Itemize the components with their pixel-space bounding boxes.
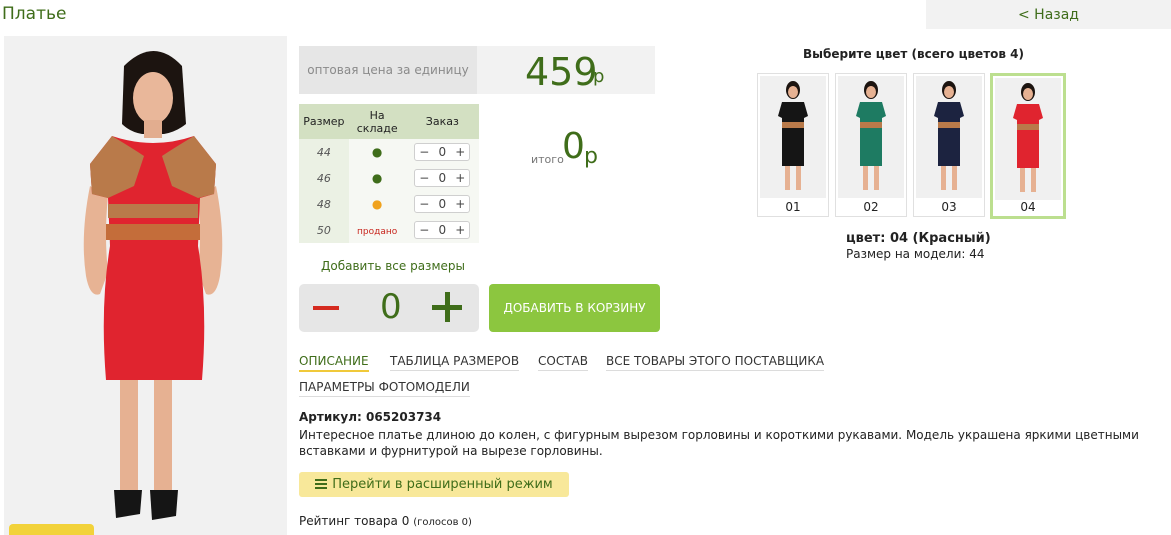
- total-value: 0: [562, 126, 585, 167]
- quantity-stepper: − 0 +: [414, 143, 471, 161]
- increment-button[interactable]: +: [455, 171, 465, 185]
- quantity-value[interactable]: 0: [438, 145, 446, 159]
- size-cell: 46: [299, 165, 349, 191]
- page-title: Платье: [2, 4, 67, 24]
- quantity-value[interactable]: 0: [438, 223, 446, 237]
- rating-votes: (голосов 0): [413, 517, 472, 528]
- size-cell: 44: [299, 139, 349, 165]
- increment-button[interactable]: +: [455, 145, 465, 159]
- add-all-sizes-link[interactable]: Добавить все размеры: [321, 259, 465, 273]
- table-row: 46 ● − 0 +: [299, 165, 479, 191]
- color-option-02[interactable]: 02: [835, 73, 907, 217]
- color-picker-heading: Выберите цвет (всего цветов 4): [803, 47, 1024, 61]
- tab-description[interactable]: ОПИСАНИЕ: [299, 354, 369, 372]
- quantity-value[interactable]: 0: [438, 197, 446, 211]
- minus-icon[interactable]: [313, 306, 339, 310]
- back-link[interactable]: < Назад: [1018, 7, 1079, 23]
- product-rating: Рейтинг товара 0 (голосов 0): [299, 514, 472, 528]
- table-row: 50 продано − 0 +: [299, 217, 479, 243]
- stock-indicator-icon: ●: [371, 145, 383, 159]
- add-to-cart-button[interactable]: ДОБАВИТЬ В КОРЗИНУ: [489, 284, 660, 332]
- tab-supplier-products[interactable]: ВСЕ ТОВАРЫ ЭТОГО ПОСТАВЩИКА: [606, 354, 825, 371]
- main-quantity-value[interactable]: 0: [380, 287, 402, 327]
- price-currency: р: [593, 66, 605, 87]
- product-main-photo[interactable]: [4, 36, 287, 535]
- color-option-01[interactable]: 01: [757, 73, 829, 217]
- decrement-button[interactable]: −: [419, 197, 429, 211]
- column-header-size: Размер: [299, 104, 349, 139]
- size-cell: 50: [299, 217, 349, 243]
- increment-button[interactable]: +: [455, 197, 465, 211]
- total-label: итого: [531, 153, 564, 166]
- quantity-stepper: − 0 +: [414, 195, 471, 213]
- color-thumbnail-image: [838, 76, 904, 198]
- tab-composition[interactable]: СОСТАВ: [538, 354, 588, 371]
- color-option-04[interactable]: 04: [990, 73, 1066, 219]
- decrement-button[interactable]: −: [419, 145, 429, 159]
- color-option-03[interactable]: 03: [913, 73, 985, 217]
- color-thumbnail-image: [760, 76, 826, 198]
- promo-badge: [9, 524, 94, 535]
- size-order-table: Размер На складе Заказ 44 ● − 0 + 46 ● −…: [299, 104, 479, 243]
- price-label: оптовая цена за единицу: [299, 46, 477, 94]
- tab-model-parameters[interactable]: ПАРАМЕТРЫ ФОТОМОДЕЛИ: [299, 380, 470, 397]
- selected-color-name: цвет: 04 (Красный): [846, 231, 991, 246]
- quantity-value[interactable]: 0: [438, 171, 446, 185]
- total-currency: р: [584, 144, 598, 169]
- rating-label: Рейтинг товара 0: [299, 514, 410, 528]
- color-option-number: 01: [785, 200, 801, 214]
- color-option-number: 04: [1020, 200, 1036, 214]
- stock-indicator-icon: ●: [371, 171, 383, 185]
- advanced-mode-label: Перейти в расширенный режим: [332, 477, 553, 492]
- advanced-mode-button[interactable]: Перейти в расширенный режим: [299, 472, 569, 497]
- decrement-button[interactable]: −: [419, 223, 429, 237]
- decrement-button[interactable]: −: [419, 171, 429, 185]
- price-value: 459: [525, 50, 598, 94]
- sold-out-label: продано: [357, 226, 398, 237]
- table-row: 48 ● − 0 +: [299, 191, 479, 217]
- tab-size-chart[interactable]: ТАБЛИЦА РАЗМЕРОВ: [390, 354, 520, 371]
- column-header-order: Заказ: [405, 104, 479, 139]
- plus-icon[interactable]: [432, 292, 462, 322]
- color-option-number: 03: [941, 200, 957, 214]
- color-thumbnail-image: [995, 78, 1061, 200]
- model-in-red-dress-image: [4, 36, 287, 535]
- list-icon: [315, 479, 328, 489]
- stock-indicator-icon: ●: [371, 197, 383, 211]
- product-description: Интересное платье длиною до колен, с фиг…: [299, 428, 1139, 458]
- quantity-stepper: − 0 +: [414, 221, 471, 239]
- size-cell: 48: [299, 191, 349, 217]
- color-option-number: 02: [863, 200, 879, 214]
- model-size-info: Размер на модели: 44: [846, 247, 985, 261]
- table-row: 44 ● − 0 +: [299, 139, 479, 165]
- column-header-stock: На складе: [348, 104, 406, 139]
- increment-button[interactable]: +: [455, 223, 465, 237]
- quantity-stepper: − 0 +: [414, 169, 471, 187]
- article-number: Артикул: 065203734: [299, 410, 442, 424]
- color-thumbnail-image: [916, 76, 982, 198]
